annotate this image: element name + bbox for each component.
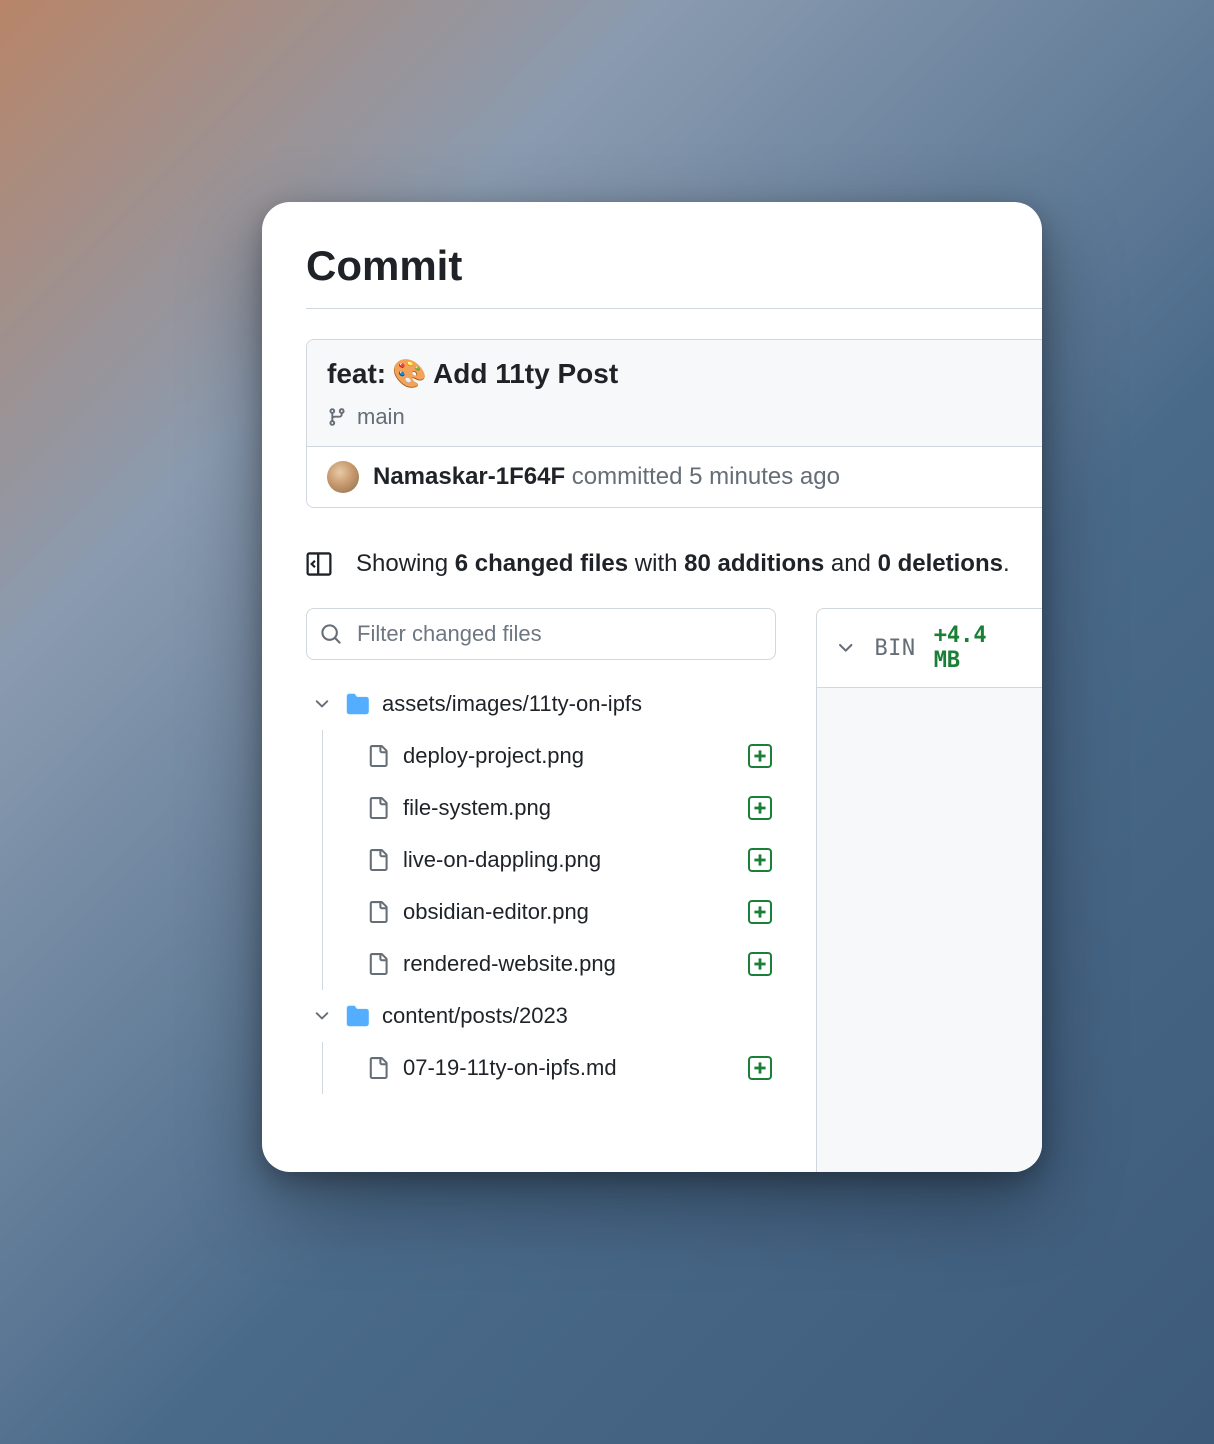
- tree-file[interactable]: live-on-dappling.png: [322, 834, 776, 886]
- branch-name[interactable]: main: [357, 404, 405, 430]
- file-icon: [367, 847, 389, 873]
- folder-icon: [344, 1005, 370, 1027]
- chevron-down-icon: [312, 1006, 332, 1026]
- avatar[interactable]: [327, 461, 359, 493]
- file-name: deploy-project.png: [403, 743, 734, 769]
- tree-file[interactable]: file-system.png: [322, 782, 776, 834]
- file-name: obsidian-editor.png: [403, 899, 734, 925]
- file-icon: [367, 795, 389, 821]
- palette-emoji: 🎨: [392, 360, 427, 388]
- commit-window: Commit feat: 🎨 Add 11ty Post main Namask…: [262, 202, 1042, 1172]
- file-name: live-on-dappling.png: [403, 847, 734, 873]
- chevron-down-icon[interactable]: [835, 637, 856, 659]
- diff-added-icon: [748, 796, 772, 820]
- diff-added-icon: [748, 1056, 772, 1080]
- author-row: Namaskar-1F64F committed 5 minutes ago: [307, 447, 1042, 507]
- file-name: 07-19-11ty-on-ipfs.md: [403, 1055, 734, 1081]
- diff-added-icon: [748, 744, 772, 768]
- branch-row: main: [327, 404, 1022, 430]
- filter-input[interactable]: [306, 608, 776, 660]
- diff-header[interactable]: BIN +4.4 MB: [817, 609, 1042, 688]
- commit-message: feat: 🎨 Add 11ty Post: [327, 358, 1022, 390]
- changed-count: 6 changed files: [455, 550, 628, 577]
- file-tree-panel: assets/images/11ty-on-ipfs deploy-projec…: [306, 608, 776, 1172]
- diff-size: +4.4 MB: [934, 623, 1024, 673]
- folder-path: assets/images/11ty-on-ipfs: [382, 691, 642, 717]
- diff-added-icon: [748, 952, 772, 976]
- page-title: Commit: [306, 242, 1042, 309]
- committed-word: committed: [572, 463, 683, 490]
- tree-file[interactable]: rendered-website.png: [322, 938, 776, 990]
- chevron-down-icon: [312, 694, 332, 714]
- diff-panel: BIN +4.4 MB: [816, 608, 1042, 1172]
- deletions-count: 0 deletions: [878, 550, 1003, 577]
- file-icon: [367, 899, 389, 925]
- diff-added-icon: [748, 848, 772, 872]
- commit-box: feat: 🎨 Add 11ty Post main Namaskar-1F64…: [306, 339, 1042, 508]
- git-branch-icon: [327, 407, 347, 427]
- time-ago: 5 minutes ago: [689, 463, 840, 490]
- author-name[interactable]: Namaskar-1F64F: [373, 463, 565, 490]
- additions-count: 80 additions: [684, 550, 824, 577]
- folder-icon: [344, 693, 370, 715]
- sidebar-collapse-icon[interactable]: [306, 551, 332, 577]
- file-icon: [367, 743, 389, 769]
- summary-row: Showing 6 changed files with 80 addition…: [306, 550, 1042, 578]
- tree-file[interactable]: obsidian-editor.png: [322, 886, 776, 938]
- folder-path: content/posts/2023: [382, 1003, 568, 1029]
- tree-file[interactable]: deploy-project.png: [322, 730, 776, 782]
- tree-folder[interactable]: assets/images/11ty-on-ipfs: [306, 678, 776, 730]
- diff-added-icon: [748, 900, 772, 924]
- commit-prefix: feat:: [327, 358, 386, 390]
- filter-wrap: [306, 608, 776, 660]
- tree-folder[interactable]: content/posts/2023: [306, 990, 776, 1042]
- file-icon: [367, 1055, 389, 1081]
- file-name: rendered-website.png: [403, 951, 734, 977]
- search-icon: [320, 623, 342, 645]
- diff-body: [817, 688, 1042, 1172]
- file-tree: assets/images/11ty-on-ipfs deploy-projec…: [306, 678, 776, 1094]
- commit-header: feat: 🎨 Add 11ty Post main: [307, 340, 1042, 447]
- commit-subject: Add 11ty Post: [433, 358, 618, 390]
- file-icon: [367, 951, 389, 977]
- tree-file[interactable]: 07-19-11ty-on-ipfs.md: [322, 1042, 776, 1094]
- file-name: file-system.png: [403, 795, 734, 821]
- binary-label: BIN: [874, 636, 915, 661]
- summary-text: Showing 6 changed files with 80 addition…: [356, 550, 1010, 578]
